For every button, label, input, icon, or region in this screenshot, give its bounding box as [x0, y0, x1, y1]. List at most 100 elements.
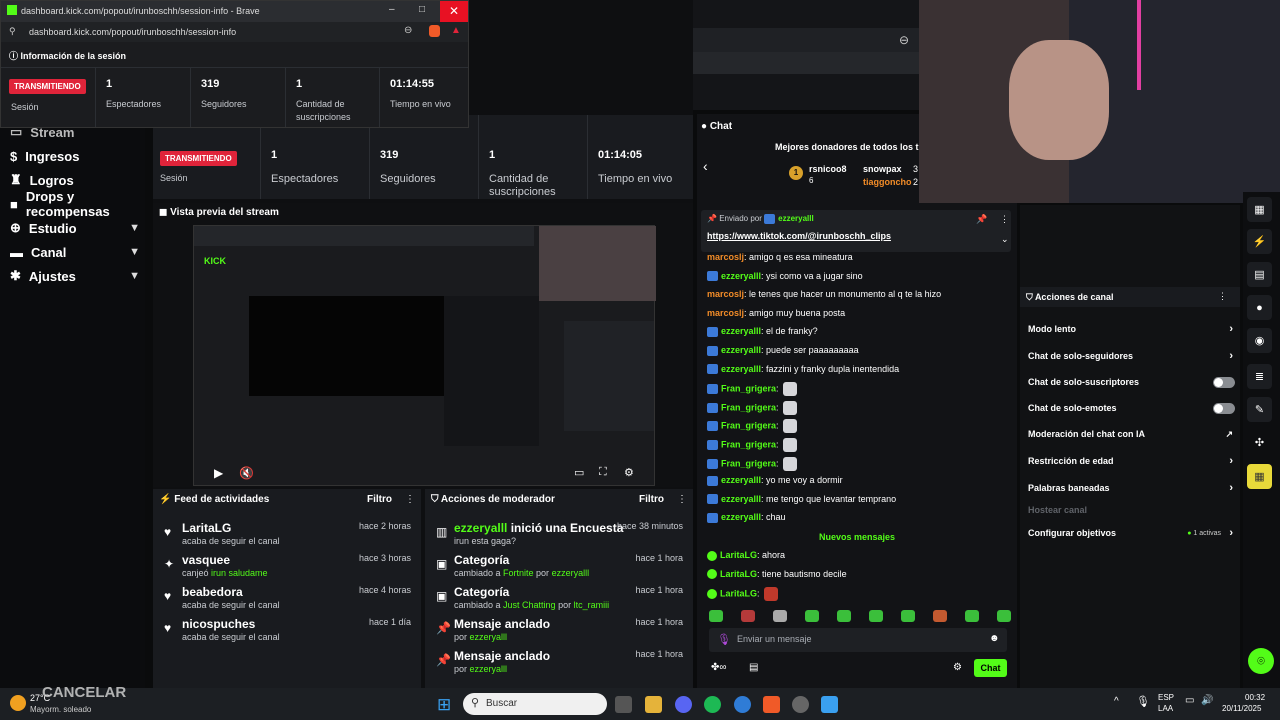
emote-icon[interactable]: [869, 610, 883, 622]
toggle-switch[interactable]: [1213, 402, 1235, 414]
bolt-icon[interactable]: ⚡: [1247, 229, 1272, 254]
site-info-icon[interactable]: ⚲: [9, 26, 16, 37]
emote-icon[interactable]: [805, 610, 819, 622]
steam-icon[interactable]: [734, 696, 751, 713]
discord-icon[interactable]: [675, 696, 692, 713]
emote-icon[interactable]: [965, 610, 979, 622]
action-solo-seguidores[interactable]: Chat de solo-seguidores ›: [1028, 348, 1233, 364]
obs-icon[interactable]: [792, 696, 809, 713]
emote-icon[interactable]: [933, 610, 947, 622]
sidebar-item-ingresos[interactable]: $ Ingresos: [10, 146, 140, 166]
weather-icon[interactable]: [10, 695, 26, 711]
settings-icon[interactable]: ⚙: [953, 662, 962, 673]
chevron-left-icon[interactable]: ‹: [703, 158, 708, 174]
more-icon[interactable]: ⋮: [1218, 291, 1227, 302]
toggle-switch[interactable]: [1213, 376, 1235, 388]
sidebar-item-drops[interactable]: ■ Drops y recompensas: [10, 189, 140, 219]
list-icon[interactable]: ≣: [1247, 364, 1272, 389]
chat-username[interactable]: ezzeryalll: [721, 475, 761, 485]
action-palabras-baneadas[interactable]: Palabras baneadas ›: [1028, 480, 1233, 496]
chat-username[interactable]: LaritaLG: [720, 589, 757, 599]
taskbar-search[interactable]: ⚲ Buscar: [463, 693, 607, 715]
maximize-icon[interactable]: □: [419, 4, 425, 15]
chat-username[interactable]: Fran_grigera: [721, 439, 776, 449]
action-solo-suscriptores[interactable]: Chat de solo-suscriptores: [1028, 374, 1235, 390]
more-icon[interactable]: ⋮: [405, 494, 415, 505]
task-view-icon[interactable]: [615, 696, 632, 713]
chat-username[interactable]: ezzeryalll: [721, 345, 761, 355]
store-icon[interactable]: ▤: [749, 662, 758, 673]
chat-username[interactable]: marcoslj: [707, 252, 744, 262]
chat-username[interactable]: ezzeryalll: [721, 494, 761, 504]
action-restriccion-edad[interactable]: Restricción de edad ›: [1028, 453, 1233, 469]
emote-icon[interactable]: [773, 610, 787, 622]
minimize-icon[interactable]: –: [389, 4, 395, 15]
zoom-icon[interactable]: ⊖: [899, 33, 909, 47]
activity-filter-button[interactable]: Filtro: [367, 494, 392, 505]
action-solo-emotes[interactable]: Chat de solo-emotes: [1028, 400, 1235, 416]
help-icon[interactable]: ⌾: [1248, 648, 1274, 674]
layout-icon[interactable]: ▦: [1247, 197, 1272, 222]
chat-username[interactable]: ezzeryalll: [721, 364, 761, 374]
calendar-icon[interactable]: ▦: [1247, 464, 1272, 489]
zoom-icon[interactable]: ⊖: [404, 25, 412, 36]
chat-icon[interactable]: ●: [1247, 295, 1272, 320]
clock-time[interactable]: 00:32: [1245, 693, 1265, 702]
pinned-link[interactable]: https://www.tiktok.com/@irunboschh_clips: [707, 231, 891, 241]
chat-username[interactable]: LaritaLG: [720, 550, 757, 560]
action-moderacion-ia[interactable]: Moderación del chat con IA ↗: [1028, 426, 1233, 442]
send-chat-button[interactable]: Chat: [974, 659, 1007, 677]
more-icon[interactable]: ⋮: [677, 494, 687, 505]
chat-username[interactable]: ezzeryalll: [721, 512, 761, 522]
file-explorer-icon[interactable]: [645, 696, 662, 713]
document-icon[interactable]: ▤: [1247, 262, 1272, 287]
close-icon[interactable]: ✕: [440, 1, 468, 22]
more-icon[interactable]: ⋮: [1000, 214, 1009, 225]
chevron-up-icon[interactable]: ^: [1114, 696, 1119, 707]
play-icon[interactable]: ▶: [214, 466, 223, 480]
chat-username[interactable]: ezzeryalll: [721, 326, 761, 336]
infinity-icon[interactable]: ✤∞: [711, 662, 727, 673]
theater-icon[interactable]: ▭: [574, 466, 584, 479]
spotify-icon[interactable]: [704, 696, 721, 713]
lang-top[interactable]: ESP: [1158, 693, 1174, 702]
chat-username[interactable]: Fran_grigera: [721, 458, 776, 468]
mute-icon[interactable]: 🔇: [239, 466, 254, 480]
clock-date[interactable]: 20/11/2025: [1222, 704, 1261, 713]
sidebar-item-logros[interactable]: ♜ Logros: [10, 170, 140, 190]
sidebar-item-canal[interactable]: ▬ Canal ▼: [10, 242, 140, 262]
mod-filter-button[interactable]: Filtro: [639, 494, 664, 505]
brave-icon[interactable]: [763, 696, 780, 713]
settings-icon[interactable]: ⚙: [624, 466, 634, 479]
unpin-icon[interactable]: 📌: [976, 214, 987, 225]
preview-video[interactable]: KICK ▶ 🔇 ▭ ⛶ ⚙: [193, 225, 656, 486]
chevron-down-icon[interactable]: ⌄: [1001, 234, 1009, 245]
emote-icon[interactable]: [901, 610, 915, 622]
sidebar-item-ajustes[interactable]: ✱ Ajustes ▼: [10, 266, 140, 286]
mic-icon[interactable]: 🎙: [717, 633, 731, 646]
chat-username[interactable]: marcoslj: [707, 308, 744, 318]
wrench-icon[interactable]: ✎: [1247, 397, 1272, 422]
emote-icon[interactable]: [741, 610, 755, 622]
brave-shield-icon[interactable]: [429, 25, 440, 37]
action-modo-lento[interactable]: Modo lento ›: [1028, 321, 1233, 337]
emote-icon[interactable]: [837, 610, 851, 622]
share-icon[interactable]: ✣: [1247, 430, 1272, 455]
chat-username[interactable]: Fran_grigera: [721, 421, 776, 431]
windows-start-icon[interactable]: ⊞: [437, 695, 451, 715]
chat-input-box[interactable]: 🎙 Enviar un mensaje ☻: [709, 628, 1007, 652]
lang-bottom[interactable]: LAA: [1158, 704, 1173, 713]
network-icon[interactable]: ▭: [1185, 695, 1194, 706]
emote-icon[interactable]: [709, 610, 723, 622]
popup-address[interactable]: dashboard.kick.com/popout/irunboschh/ses…: [29, 27, 236, 37]
chat-username[interactable]: Fran_grigera: [721, 384, 776, 394]
emoji-icon[interactable]: ☻: [989, 633, 1000, 644]
chat-username[interactable]: LaritaLG: [720, 569, 757, 579]
app-icon[interactable]: [821, 696, 838, 713]
action-configurar-objetivos[interactable]: Configurar objetivos ● 1 activas ›: [1028, 525, 1233, 541]
fullscreen-icon[interactable]: ⛶: [599, 466, 607, 479]
chat-username[interactable]: ezzeryalll: [721, 271, 761, 281]
chat-username[interactable]: Fran_grigera: [721, 402, 776, 412]
sidebar-item-estudio[interactable]: ⊕ Estudio ▼: [10, 218, 140, 238]
broadcast-icon[interactable]: ◉: [1247, 328, 1272, 353]
